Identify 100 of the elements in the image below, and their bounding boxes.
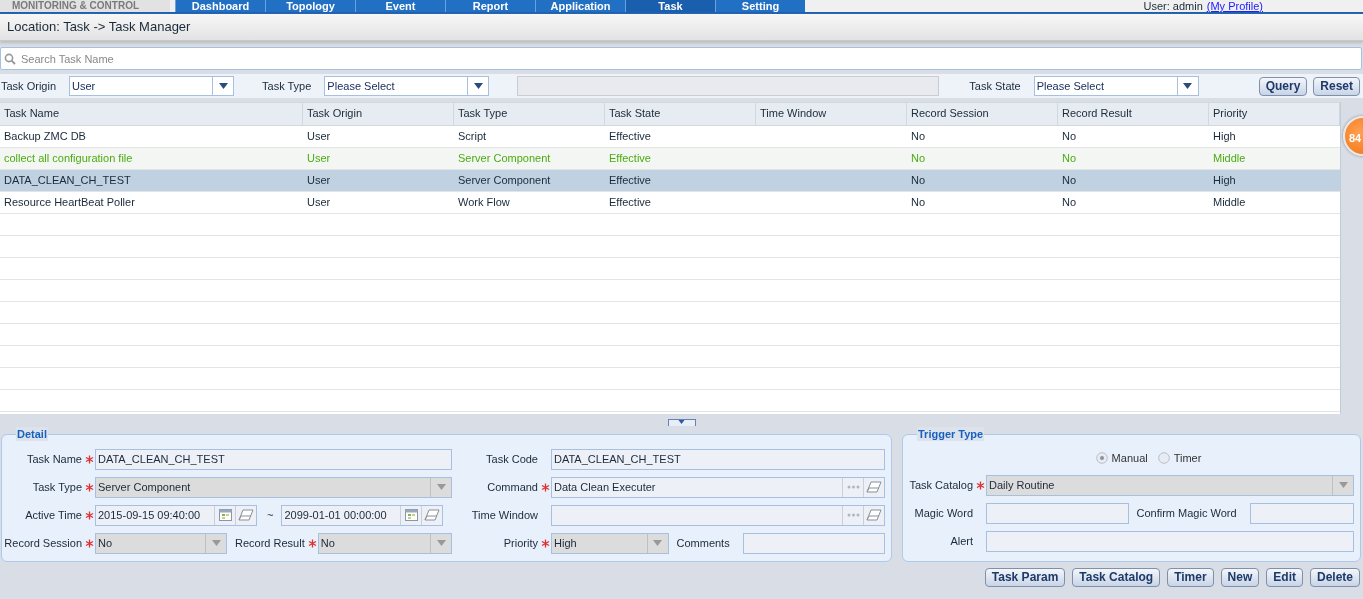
dropdown[interactable]: Please Select	[1033, 76, 1199, 96]
input-field[interactable]	[517, 76, 940, 96]
picker-field[interactable]	[551, 504, 885, 526]
column-header[interactable]: Task Origin	[303, 103, 454, 125]
table-cell-text: User	[306, 195, 332, 210]
input-field[interactable]	[742, 532, 885, 554]
nav-tab[interactable]: Report	[445, 0, 535, 12]
table-cell-text: User	[306, 173, 332, 188]
field-label: Comments	[675, 537, 731, 549]
table-cell-text: No	[910, 195, 927, 210]
caret-icon	[436, 540, 446, 546]
column-header[interactable]: Priority	[1209, 103, 1340, 125]
user-label: User: admin	[1143, 0, 1203, 12]
column-header[interactable]: Task Name	[0, 103, 303, 125]
column-header[interactable]: Time Window	[756, 103, 907, 125]
search-input[interactable]: Search Task Name	[19, 51, 1361, 66]
field-label: Time Window	[470, 509, 539, 521]
radio-option[interactable]: Manual	[1095, 452, 1148, 464]
table-cell-text: No	[1061, 151, 1078, 166]
nav-tab[interactable]: Application	[535, 0, 625, 12]
nav-tab[interactable]: Topology	[265, 0, 355, 12]
dropdown[interactable]: Please Select	[324, 76, 490, 96]
table-cell-text: Effective	[608, 151, 652, 166]
calendar-icon	[218, 509, 232, 521]
nav-tab[interactable]: Dashboard	[175, 0, 265, 12]
dropdown[interactable]: No	[95, 532, 227, 554]
nav-tab[interactable]: Setting	[715, 0, 805, 12]
field-label: Command	[486, 481, 539, 493]
input-field[interactable]	[1249, 502, 1354, 524]
date-field[interactable]: 2099-01-01 00:00:00	[281, 504, 444, 526]
ellipsis-icon	[846, 485, 860, 489]
table-row[interactable]: DATA_CLEAN_CH_TEST User Server Component Effective No No High	[0, 170, 1340, 192]
field-label: Task Type	[31, 481, 83, 493]
picker-field[interactable]: Data Clean Executer	[551, 476, 885, 498]
table-cell-text: Middle	[1212, 195, 1247, 210]
app-name: MONITORING & CONTROL	[0, 0, 170, 12]
dropdown[interactable]: No	[317, 532, 452, 554]
table-cell-text: No	[1061, 129, 1078, 144]
dropdown[interactable]: User	[69, 76, 235, 96]
table-cell-text: Server Component	[457, 173, 552, 188]
search-field[interactable]: Search Task Name	[0, 47, 1362, 70]
field-label: Priority	[502, 537, 539, 549]
column-header[interactable]: Record Result	[1058, 103, 1209, 125]
column-header[interactable]: Task State	[605, 103, 756, 125]
caret-icon	[436, 484, 446, 490]
action-button[interactable]: Delete	[1309, 568, 1360, 587]
table-cell-text: No	[1061, 173, 1078, 188]
caret-icon	[1338, 482, 1348, 488]
action-button[interactable]: Task Param	[984, 568, 1066, 587]
table-cell-text: User	[306, 151, 332, 166]
dropdown[interactable]: Daily Routine	[986, 474, 1354, 496]
table-cell-text: High	[1212, 129, 1237, 144]
table-cell-text: DATA_CLEAN_CH_TEST	[3, 173, 132, 188]
field-label: Task State	[969, 80, 1021, 92]
radio-option[interactable]: Timer	[1157, 452, 1202, 464]
field-label: Record Result	[234, 537, 306, 549]
eraser-icon	[424, 509, 441, 521]
table-cell-text: No	[910, 173, 927, 188]
search-icon	[4, 52, 16, 65]
table-cell-text: Middle	[1212, 151, 1247, 166]
action-button[interactable]: Edit	[1266, 568, 1303, 587]
caret-icon	[677, 420, 686, 424]
action-button[interactable]: Query	[1258, 76, 1308, 96]
panel-title: Trigger Type	[917, 427, 985, 441]
field-label: Task Type	[262, 80, 312, 92]
eraser-icon	[238, 509, 254, 521]
date-field[interactable]: 2015-09-15 09:40:00	[95, 504, 257, 526]
column-header[interactable]: Record Session	[907, 103, 1058, 125]
caret-icon	[653, 540, 662, 546]
table-cell-text: Backup ZMC DB	[3, 129, 87, 144]
table-cell-text: Effective	[608, 195, 652, 210]
field-label: Task Origin	[1, 80, 57, 92]
table-cell-text: Resource HeartBeat Poller	[3, 195, 136, 210]
action-button[interactable]: Timer	[1167, 568, 1214, 587]
field-label: Alert	[949, 535, 974, 547]
table-cell-text: User	[306, 129, 332, 144]
action-button[interactable]: Reset	[1313, 76, 1360, 96]
table-cell-text: collect all configuration file	[3, 151, 134, 166]
column-header[interactable]: Task Type	[454, 103, 605, 125]
table-cell-text: Effective	[608, 129, 652, 144]
table-cell-text: No	[1061, 195, 1078, 210]
field-label: Confirm Magic Word	[1135, 507, 1238, 519]
action-button[interactable]: Task Catalog	[1072, 568, 1161, 587]
dropdown[interactable]: Server Component	[95, 476, 452, 498]
field-label: Task Catalog	[908, 479, 974, 491]
input-field[interactable]	[986, 502, 1129, 524]
range-separator: ~	[266, 509, 275, 521]
dropdown[interactable]: High	[551, 532, 669, 554]
input-field[interactable]: DATA_CLEAN_CH_TEST	[95, 448, 452, 470]
input-field[interactable]: DATA_CLEAN_CH_TEST	[551, 448, 885, 470]
profile-link[interactable]: (My Profile)	[1206, 0, 1263, 12]
eraser-icon	[866, 481, 882, 493]
caret-icon	[473, 83, 483, 89]
input-field[interactable]	[986, 530, 1354, 552]
nav-tab[interactable]: Task	[625, 0, 715, 12]
action-button[interactable]: New	[1220, 568, 1260, 587]
caret-icon	[211, 540, 221, 546]
collapse-handle[interactable]	[667, 419, 696, 426]
nav-tab[interactable]: Event	[355, 0, 445, 12]
field-label: Task Code	[485, 453, 539, 465]
